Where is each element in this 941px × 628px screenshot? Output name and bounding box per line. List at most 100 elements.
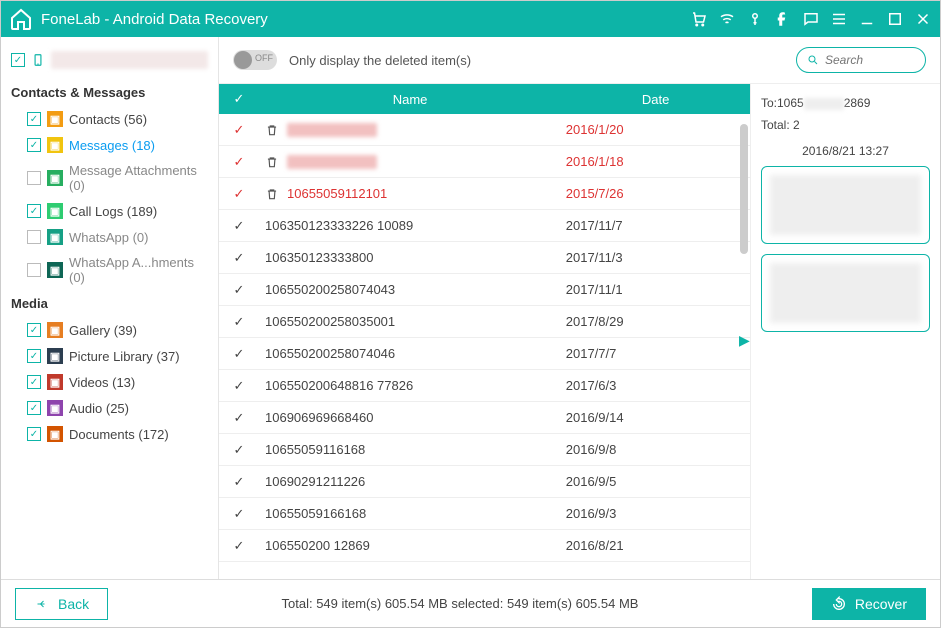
category-icon: ▣ <box>47 111 63 127</box>
table-row[interactable]: ✓ 2016/1/20 <box>219 114 750 146</box>
category-icon: ▣ <box>47 203 63 219</box>
row-date: 2016/9/5 <box>560 474 750 489</box>
item-checkbox[interactable]: ✓ <box>27 171 41 185</box>
table-row[interactable]: ✓ 106350123333226 10089 2017/11/7 <box>219 210 750 242</box>
message-bubble[interactable] <box>761 166 930 244</box>
row-checkbox[interactable]: ✓ <box>234 154 245 170</box>
maximize-icon[interactable] <box>886 10 904 28</box>
item-checkbox[interactable]: ✓ <box>27 263 41 277</box>
row-name: 106350123333226 10089 <box>265 218 413 233</box>
sidebar-item-msg_attach[interactable]: ✓ ▣ Message Attachments (0) <box>9 158 210 198</box>
col-name[interactable]: Name <box>259 92 561 107</box>
sidebar-item-gallery[interactable]: ✓ ▣ Gallery (39) <box>9 317 210 343</box>
item-checkbox[interactable]: ✓ <box>27 323 41 337</box>
table-row[interactable]: ✓ 106550200258074043 2017/11/1 <box>219 274 750 306</box>
row-checkbox[interactable]: ✓ <box>234 506 245 522</box>
search-input[interactable] <box>825 53 915 67</box>
sidebar-item-label: Gallery (39) <box>69 323 137 338</box>
item-checkbox[interactable]: ✓ <box>27 138 41 152</box>
sidebar-item-label: Videos (13) <box>69 375 135 390</box>
message-bubble[interactable] <box>761 254 930 332</box>
category-icon: ▣ <box>47 348 63 364</box>
item-checkbox[interactable]: ✓ <box>27 427 41 441</box>
row-date: 2016/9/14 <box>560 410 750 425</box>
category-icon: ▣ <box>47 400 63 416</box>
category-icon: ▣ <box>47 426 63 442</box>
sidebar-item-documents[interactable]: ✓ ▣ Documents (172) <box>9 421 210 447</box>
row-name: 106550200 12869 <box>265 538 370 553</box>
sidebar-item-messages[interactable]: ✓ ▣ Messages (18) <box>9 132 210 158</box>
row-name-blurred <box>287 123 377 137</box>
item-checkbox[interactable]: ✓ <box>27 349 41 363</box>
row-name: 106350123333800 <box>265 250 373 265</box>
row-name: 106906969668460 <box>265 410 373 425</box>
row-checkbox[interactable]: ✓ <box>234 378 245 394</box>
sidebar-item-label: WhatsApp A...hments (0) <box>69 255 208 285</box>
table-row[interactable]: ✓ 10655059112101 2015/7/26 <box>219 178 750 210</box>
table-row[interactable]: ✓ 106550200258035001 2017/8/29 <box>219 306 750 338</box>
row-checkbox[interactable]: ✓ <box>234 410 245 426</box>
item-checkbox[interactable]: ✓ <box>27 112 41 126</box>
row-checkbox[interactable]: ✓ <box>234 218 245 234</box>
table-row[interactable]: ✓ 106906969668460 2016/9/14 <box>219 402 750 434</box>
table-row[interactable]: ✓ 10690291211226 2016/9/5 <box>219 466 750 498</box>
row-checkbox[interactable]: ✓ <box>234 314 245 330</box>
key-icon[interactable] <box>746 10 764 28</box>
item-checkbox[interactable]: ✓ <box>27 230 41 244</box>
device-checkbox[interactable]: ✓ <box>11 53 25 67</box>
table-row[interactable]: ✓ 106550200648816 77826 2017/6/3 <box>219 370 750 402</box>
table-row[interactable]: ✓ 106550200258074046 2017/7/7 <box>219 338 750 370</box>
sidebar-item-call_logs[interactable]: ✓ ▣ Call Logs (189) <box>9 198 210 224</box>
facebook-icon[interactable] <box>774 10 792 28</box>
back-button[interactable]: Back <box>15 588 108 620</box>
footer-stats: Total: 549 item(s) 605.54 MB selected: 5… <box>128 596 792 611</box>
item-checkbox[interactable]: ✓ <box>27 375 41 389</box>
row-checkbox[interactable]: ✓ <box>234 250 245 266</box>
item-checkbox[interactable]: ✓ <box>27 401 41 415</box>
menu-icon[interactable] <box>830 10 848 28</box>
recover-button[interactable]: Recover <box>812 588 926 620</box>
chat-icon[interactable] <box>802 10 820 28</box>
table-header: ✓ Name Date <box>219 84 750 114</box>
row-checkbox[interactable]: ✓ <box>234 442 245 458</box>
row-checkbox[interactable]: ✓ <box>234 282 245 298</box>
table-row[interactable]: ✓ 106350123333800 2017/11/3 <box>219 242 750 274</box>
deleted-only-toggle[interactable]: OFF <box>233 50 277 70</box>
close-icon[interactable] <box>914 10 932 28</box>
expand-panel-icon[interactable]: ▶ <box>739 332 750 349</box>
sidebar-item-piclib[interactable]: ✓ ▣ Picture Library (37) <box>9 343 210 369</box>
scrollbar-thumb[interactable] <box>740 124 748 254</box>
sidebar: ✓ Contacts & Messages ✓ ▣ Contacts (56) … <box>1 37 219 579</box>
sidebar-item-audio[interactable]: ✓ ▣ Audio (25) <box>9 395 210 421</box>
row-checkbox[interactable]: ✓ <box>234 122 245 138</box>
table-row[interactable]: ✓ 10655059166168 2016/9/3 <box>219 498 750 530</box>
row-date: 2017/7/7 <box>560 346 750 361</box>
col-date[interactable]: Date <box>561 92 750 107</box>
table-row[interactable]: ✓ 2016/1/18 <box>219 146 750 178</box>
row-checkbox[interactable]: ✓ <box>234 538 245 554</box>
row-date: 2016/9/3 <box>560 506 750 521</box>
row-checkbox[interactable]: ✓ <box>234 346 245 362</box>
search-icon <box>807 53 819 67</box>
home-icon[interactable] <box>9 7 33 31</box>
table-row[interactable]: ✓ 10655059116168 2016/9/8 <box>219 434 750 466</box>
row-name: 10655059166168 <box>265 506 366 521</box>
select-all-checkbox[interactable]: ✓ <box>234 91 245 106</box>
table-row[interactable]: ✓ 106550200 12869 2016/8/21 <box>219 530 750 562</box>
row-checkbox[interactable]: ✓ <box>234 186 245 202</box>
category-icon: ▣ <box>47 262 63 278</box>
sidebar-item-contacts[interactable]: ✓ ▣ Contacts (56) <box>9 106 210 132</box>
sidebar-item-whatsapp_att[interactable]: ✓ ▣ WhatsApp A...hments (0) <box>9 250 210 290</box>
minimize-icon[interactable] <box>858 10 876 28</box>
sidebar-item-videos[interactable]: ✓ ▣ Videos (13) <box>9 369 210 395</box>
search-box[interactable] <box>796 47 926 73</box>
wifi-icon[interactable] <box>718 10 736 28</box>
row-checkbox[interactable]: ✓ <box>234 474 245 490</box>
device-row[interactable]: ✓ <box>9 47 210 79</box>
sidebar-item-whatsapp[interactable]: ✓ ▣ WhatsApp (0) <box>9 224 210 250</box>
category-icon: ▣ <box>47 322 63 338</box>
item-checkbox[interactable]: ✓ <box>27 204 41 218</box>
row-name: 106550200258035001 <box>265 314 395 329</box>
cart-icon[interactable] <box>690 10 708 28</box>
sidebar-item-label: Audio (25) <box>69 401 129 416</box>
